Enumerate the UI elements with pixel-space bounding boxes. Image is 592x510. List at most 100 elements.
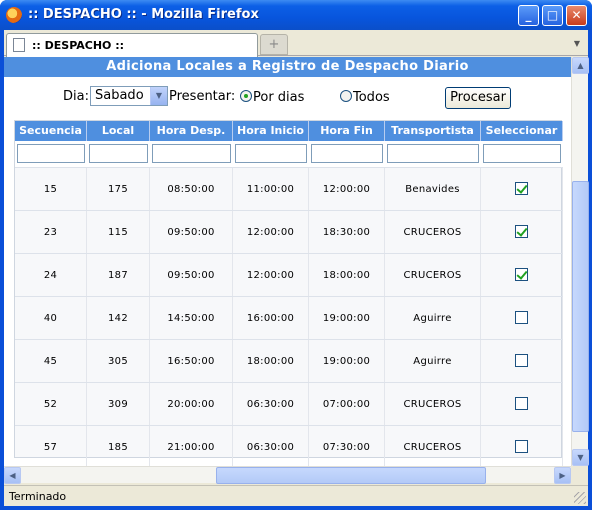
- cell-seleccionar: [481, 297, 563, 340]
- cell-secuencia: 15: [15, 168, 87, 211]
- filter-input-secuencia[interactable]: [17, 144, 85, 163]
- cell-hora-inicio: 18:00:00: [233, 340, 309, 383]
- cell-hora-inicio: 12:00:00: [233, 211, 309, 254]
- radio-todos-label[interactable]: Todos: [353, 90, 390, 105]
- filter-controls: Dia: Sabado ▼ Presentar: Por dias Todos …: [4, 85, 571, 109]
- vertical-scrollbar[interactable]: ▲ ▼: [571, 57, 589, 466]
- browser-window: :: DESPACHO :: - Mozilla Firefox _ □ ✕ :…: [0, 0, 592, 510]
- cell-local: 309: [87, 383, 150, 426]
- radio-por-dias[interactable]: [240, 90, 252, 102]
- title-bar[interactable]: :: DESPACHO :: - Mozilla Firefox _ □ ✕: [0, 0, 592, 30]
- radio-todos[interactable]: [340, 90, 352, 102]
- table-row: 24 187 09:50:00 12:00:00 18:00:00 CRUCEROS: [15, 253, 563, 297]
- chevron-down-icon[interactable]: ▼: [568, 34, 586, 54]
- radio-por-dias-label[interactable]: Por dias: [253, 90, 304, 105]
- column-header-secuencia: Secuencia: [15, 121, 87, 141]
- cell-seleccionar: [481, 340, 563, 383]
- cell-hora-inicio: 06:30:00: [233, 383, 309, 426]
- cell-local: 175: [87, 168, 150, 211]
- table-row: 45 305 16:50:00 18:00:00 19:00:00 Aguirre: [15, 339, 563, 383]
- table-row: 23 115 09:50:00 12:00:00 18:30:00 CRUCEROS: [15, 210, 563, 254]
- maximize-button[interactable]: □: [542, 5, 563, 26]
- status-text: Terminado: [9, 490, 67, 503]
- resize-grip-icon[interactable]: [574, 492, 586, 504]
- scroll-up-button[interactable]: ▲: [572, 57, 589, 74]
- cell-transportista: CRUCEROS: [385, 383, 481, 426]
- filter-input-hora-fin[interactable]: [311, 144, 383, 163]
- cell-hora-fin: 19:00:00: [309, 340, 385, 383]
- scrollbar-corner: [571, 466, 588, 483]
- browser-client: :: DESPACHO :: + ▼ Adiciona Locales a Re…: [4, 30, 589, 506]
- filter-input-local[interactable]: [89, 144, 148, 163]
- cell-hora-inicio: 12:00:00: [233, 254, 309, 297]
- filter-input-hora-desp[interactable]: [152, 144, 231, 163]
- scroll-right-button[interactable]: ▶: [554, 467, 571, 484]
- minimize-button[interactable]: _: [518, 5, 539, 26]
- cell-local: 115: [87, 211, 150, 254]
- cell-transportista: CRUCEROS: [385, 426, 481, 466]
- despacho-table: Secuencia Local Hora Desp. Hora Inicio Hora …: [14, 120, 563, 466]
- chevron-down-icon[interactable]: ▼: [150, 87, 167, 105]
- cell-secuencia: 52: [15, 383, 87, 426]
- cell-transportista: Aguirre: [385, 340, 481, 383]
- cell-transportista: CRUCEROS: [385, 254, 481, 297]
- document-icon: [13, 38, 25, 52]
- select-checkbox[interactable]: [515, 397, 528, 410]
- page-title: Adiciona Locales a Registro de Despacho …: [4, 57, 571, 77]
- select-checkbox[interactable]: [515, 311, 528, 324]
- filter-input-hora-inicio[interactable]: [235, 144, 307, 163]
- cell-seleccionar: [481, 254, 563, 297]
- new-tab-button[interactable]: +: [260, 34, 288, 55]
- cell-hora-desp: 14:50:00: [150, 297, 233, 340]
- column-header-hora-desp: Hora Desp.: [150, 121, 233, 141]
- status-bar: Terminado: [4, 485, 588, 506]
- select-checkbox[interactable]: [515, 354, 528, 367]
- table-row: 40 142 14:50:00 16:00:00 19:00:00 Aguirre: [15, 296, 563, 340]
- firefox-icon: [6, 7, 22, 23]
- scroll-down-button[interactable]: ▼: [572, 449, 589, 466]
- scroll-left-button[interactable]: ◀: [4, 467, 21, 484]
- horizontal-scroll-thumb[interactable]: [216, 467, 486, 484]
- cell-hora-inicio: 11:00:00: [233, 168, 309, 211]
- close-button[interactable]: ✕: [566, 5, 587, 26]
- cell-local: 142: [87, 297, 150, 340]
- cell-hora-desp: 09:50:00: [150, 254, 233, 297]
- cell-secuencia: 45: [15, 340, 87, 383]
- cell-local: 305: [87, 340, 150, 383]
- vertical-scroll-thumb[interactable]: [572, 181, 589, 432]
- tab-despacho[interactable]: :: DESPACHO ::: [6, 33, 258, 57]
- table-header-row: Secuencia Local Hora Desp. Hora Inicio Hora …: [15, 121, 563, 141]
- presentar-label: Presentar:: [169, 89, 236, 104]
- cell-transportista: CRUCEROS: [385, 211, 481, 254]
- cell-hora-desp: 20:00:00: [150, 383, 233, 426]
- cell-seleccionar: [481, 211, 563, 254]
- column-header-seleccionar: Seleccionar: [481, 121, 563, 141]
- cell-secuencia: 23: [15, 211, 87, 254]
- column-header-hora-inicio: Hora Inicio: [233, 121, 309, 141]
- select-checkbox[interactable]: [515, 182, 528, 195]
- table-row: 15 175 08:50:00 11:00:00 12:00:00 Benavides: [15, 167, 563, 211]
- window-title: :: DESPACHO :: - Mozilla Firefox: [28, 7, 259, 22]
- cell-hora-desp: 21:00:00: [150, 426, 233, 466]
- table-filter-row: [15, 141, 563, 167]
- cell-hora-fin: 18:30:00: [309, 211, 385, 254]
- dia-select[interactable]: Sabado ▼: [90, 86, 168, 106]
- filter-input-seleccionar[interactable]: [483, 144, 561, 163]
- cell-hora-fin: 12:00:00: [309, 168, 385, 211]
- cell-hora-desp: 08:50:00: [150, 168, 233, 211]
- select-checkbox[interactable]: [515, 225, 528, 238]
- tab-strip: :: DESPACHO :: + ▼: [4, 30, 588, 57]
- cell-hora-inicio: 06:30:00: [233, 426, 309, 466]
- cell-secuencia: 40: [15, 297, 87, 340]
- procesar-button[interactable]: Procesar: [445, 87, 511, 109]
- cell-local: 187: [87, 254, 150, 297]
- page-viewport: Adiciona Locales a Registro de Despacho …: [4, 57, 571, 466]
- column-header-local: Local: [87, 121, 150, 141]
- cell-secuencia: 24: [15, 254, 87, 297]
- cell-transportista: Benavides: [385, 168, 481, 211]
- select-checkbox[interactable]: [515, 440, 528, 453]
- cell-seleccionar: [481, 426, 563, 466]
- horizontal-scrollbar[interactable]: ◀ ▶: [4, 466, 571, 484]
- select-checkbox[interactable]: [515, 268, 528, 281]
- filter-input-transportista[interactable]: [387, 144, 479, 163]
